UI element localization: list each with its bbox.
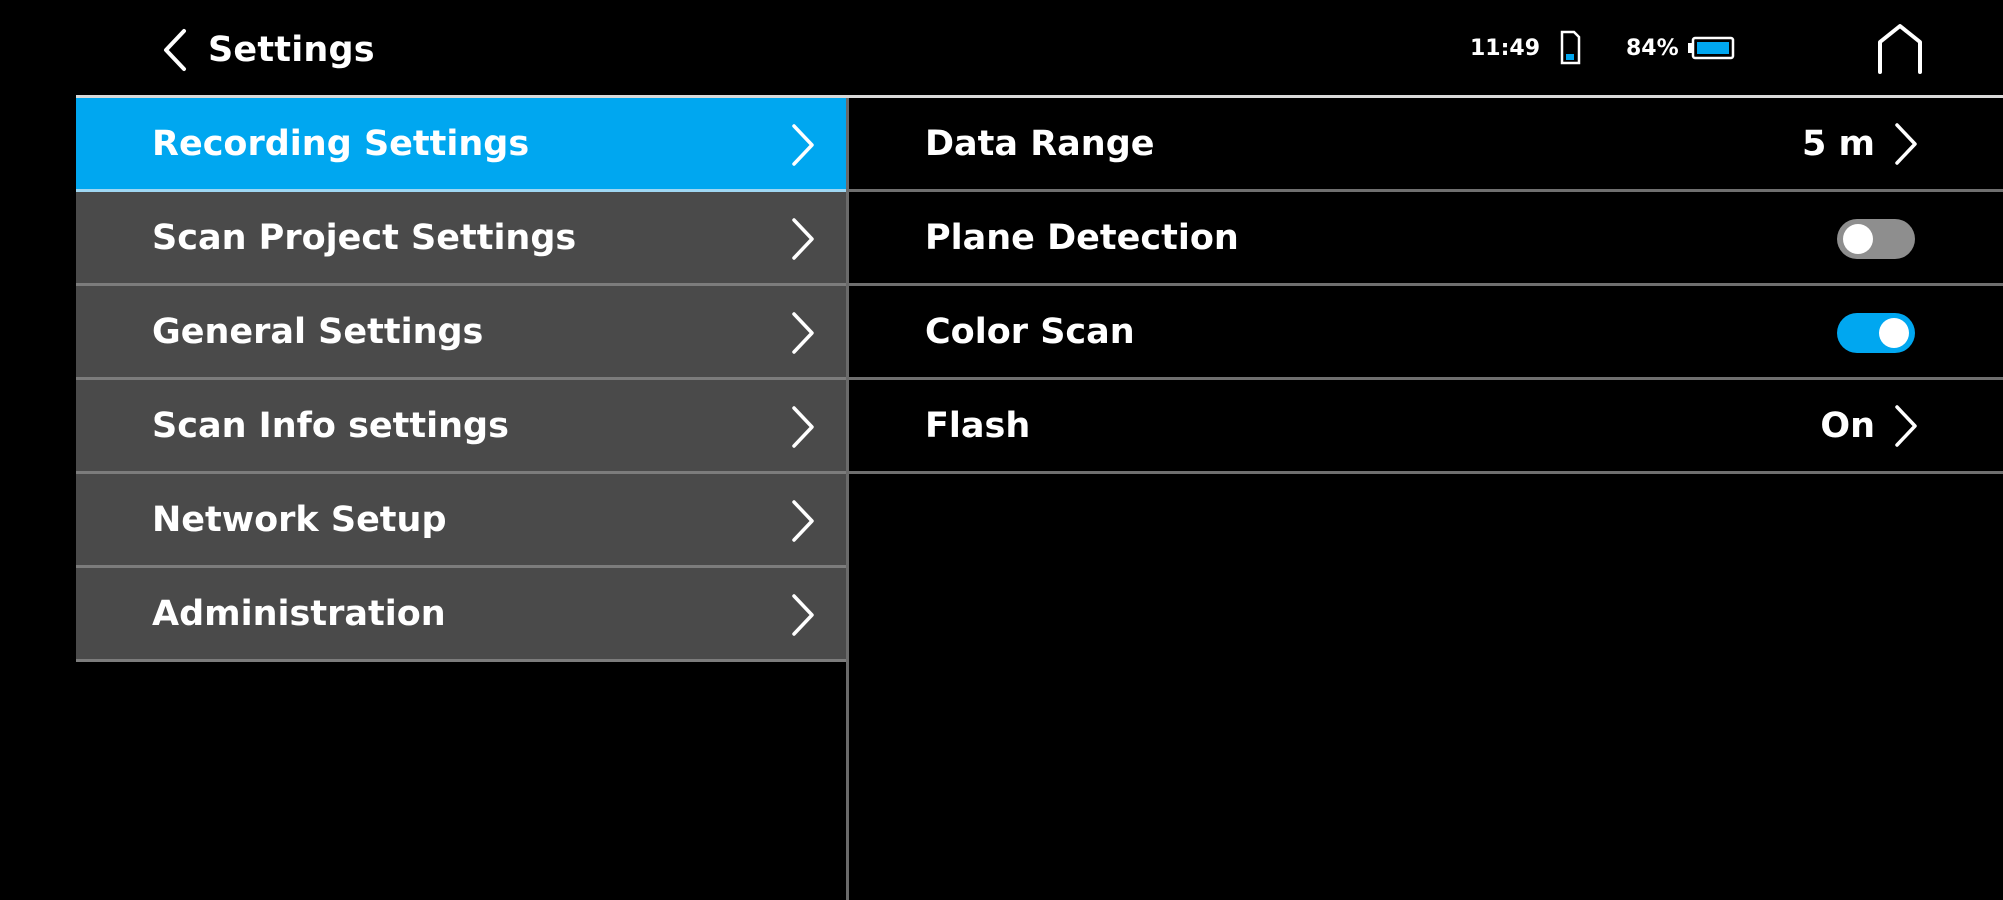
- recording-settings-panel: Data Range 5 m Plane Detection Color Sca…: [849, 98, 2003, 474]
- chevron-right-icon: [792, 218, 814, 260]
- menu-item-recording-settings[interactable]: Recording Settings: [76, 98, 846, 192]
- menu-item-label: Recording Settings: [152, 123, 530, 164]
- menu-item-label: Scan Info settings: [152, 405, 509, 446]
- data-range-label: Data Range: [925, 123, 1155, 164]
- color-scan-row: Color Scan: [849, 286, 2003, 380]
- data-range-row[interactable]: Data Range 5 m: [849, 98, 2003, 192]
- data-range-value: 5 m: [1801, 123, 1875, 164]
- top-bar: Settings 11:49 84%: [0, 0, 2003, 96]
- chevron-right-icon: [1895, 404, 1917, 447]
- battery-icon: [1687, 36, 1734, 60]
- toggle-knob: [1879, 318, 1909, 348]
- flash-row[interactable]: Flash On: [849, 380, 2003, 474]
- settings-menu: Recording Settings Scan Project Settings…: [76, 98, 846, 662]
- flash-label: Flash: [925, 405, 1031, 446]
- chevron-right-icon: [792, 124, 814, 166]
- menu-item-general-settings[interactable]: General Settings: [76, 286, 846, 380]
- chevron-right-icon: [792, 406, 814, 448]
- menu-item-label: Network Setup: [152, 499, 447, 540]
- back-arrow-icon: [164, 29, 186, 71]
- back-button[interactable]: Settings: [160, 24, 375, 76]
- chevron-right-icon: [792, 500, 814, 542]
- status-bar: 11:49 84%: [1470, 28, 1735, 68]
- flash-value-group: On: [1820, 380, 1919, 471]
- storage-card-icon: [1560, 30, 1581, 65]
- menu-item-scan-project-settings[interactable]: Scan Project Settings: [76, 192, 846, 286]
- menu-item-label: General Settings: [152, 311, 484, 352]
- menu-item-label: Administration: [152, 593, 446, 634]
- data-range-value-group: 5 m: [1802, 98, 1919, 189]
- plane-detection-row: Plane Detection: [849, 192, 2003, 286]
- menu-item-network-setup[interactable]: Network Setup: [76, 474, 846, 568]
- plane-detection-label: Plane Detection: [925, 217, 1239, 258]
- menu-item-scan-info-settings[interactable]: Scan Info settings: [76, 380, 846, 474]
- toggle-knob: [1843, 224, 1873, 254]
- color-scan-toggle[interactable]: [1837, 313, 1915, 353]
- flash-value: On: [1820, 405, 1875, 446]
- clock-time: 11:49: [1470, 35, 1541, 61]
- chevron-right-icon: [792, 312, 814, 354]
- menu-item-administration[interactable]: Administration: [76, 568, 846, 662]
- chevron-right-icon: [792, 594, 814, 636]
- home-icon[interactable]: [1874, 22, 1926, 78]
- page-title: Settings: [208, 30, 375, 70]
- battery-percentage: 84%: [1626, 35, 1679, 61]
- color-scan-label: Color Scan: [925, 311, 1135, 352]
- plane-detection-toggle[interactable]: [1837, 219, 1915, 259]
- chevron-right-icon: [1895, 122, 1917, 165]
- menu-item-label: Scan Project Settings: [152, 217, 577, 258]
